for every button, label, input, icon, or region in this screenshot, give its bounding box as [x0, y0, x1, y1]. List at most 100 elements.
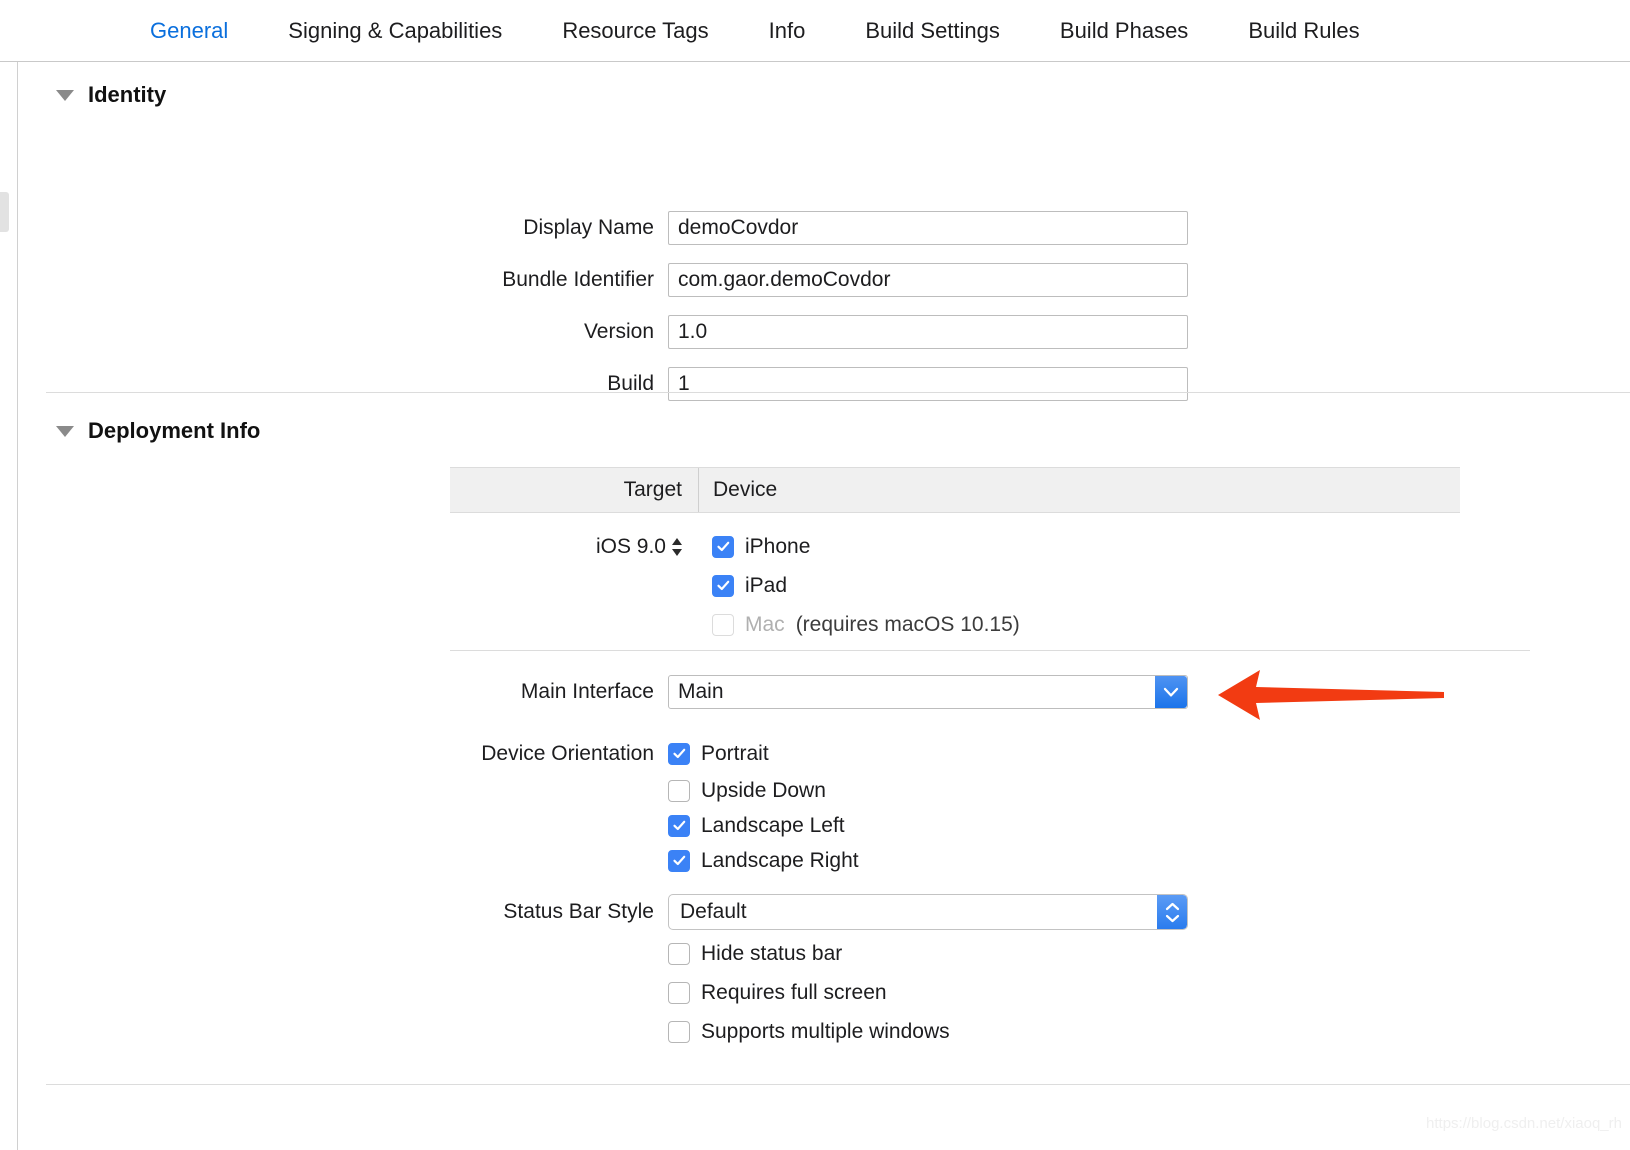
- table-header-row: Target Device: [450, 467, 1460, 513]
- chevron-down-glyph: [1165, 914, 1180, 923]
- checkmark-icon: [716, 539, 731, 554]
- checkmark-icon: [716, 578, 731, 593]
- deployment-target-table: Target Device iOS 9.0: [450, 467, 1460, 644]
- checkbox-row-supports-multiple-windows[interactable]: Supports multiple windows: [668, 1012, 950, 1051]
- column-header-target: Target: [450, 478, 698, 502]
- device-checkbox-ipad[interactable]: iPad: [698, 566, 787, 605]
- table-row: iPad: [450, 566, 1460, 605]
- label-portrait: Portrait: [701, 742, 769, 766]
- checkbox-mac: [712, 614, 734, 636]
- checkbox-landscape-left[interactable]: [668, 815, 690, 837]
- tab-build-phases[interactable]: Build Phases: [1060, 18, 1188, 44]
- general-settings-pane: Identity Display Name demoCovdor Bundle …: [18, 62, 1630, 1150]
- device-label-iphone: iPhone: [745, 535, 810, 559]
- field-row-version: Version 1.0: [18, 306, 1630, 358]
- checkbox-requires-full-screen[interactable]: [668, 982, 690, 1004]
- orientation-row-portrait: Device Orientation Portrait: [18, 734, 859, 773]
- deployment-target-value: iOS 9.0: [596, 535, 666, 559]
- input-build[interactable]: 1: [668, 367, 1188, 401]
- divider-bottom: [46, 1084, 1630, 1085]
- divider-devices-interface: [450, 650, 1530, 651]
- device-note-mac: (requires macOS 10.15): [796, 613, 1020, 637]
- section-deployment-header[interactable]: Deployment Info: [56, 418, 260, 444]
- checkbox-portrait[interactable]: [668, 743, 690, 765]
- tab-signing-capabilities[interactable]: Signing & Capabilities: [288, 18, 502, 44]
- device-checkbox-mac: Mac (requires macOS 10.15): [698, 605, 1020, 644]
- input-bundle-identifier[interactable]: com.gaor.demoCovdor: [668, 263, 1188, 297]
- device-orientation-group: Device Orientation Portrait Upside Down: [18, 734, 859, 878]
- identity-fields: Display Name demoCovdor Bundle Identifie…: [18, 202, 1630, 410]
- tab-general[interactable]: General: [150, 18, 228, 44]
- field-row-display-name: Display Name demoCovdor: [18, 202, 1630, 254]
- checkmark-icon: [672, 853, 687, 868]
- orientation-row-landscape-left: Landscape Left: [18, 808, 859, 843]
- field-row-bundle-identifier: Bundle Identifier com.gaor.demoCovdor: [18, 254, 1630, 306]
- label-device-orientation: Device Orientation: [18, 742, 668, 766]
- field-row-main-interface: Main Interface Main: [18, 672, 1188, 712]
- table-body: iOS 9.0 iPhone: [450, 513, 1460, 644]
- chevron-down-glyph: [1163, 687, 1179, 698]
- watermark-text: https://blog.csdn.net/xiaoq_rh: [1426, 1115, 1622, 1132]
- section-identity-header[interactable]: Identity: [56, 82, 166, 108]
- disclosure-triangle-icon[interactable]: [56, 90, 74, 101]
- status-bar-style-value: Default: [669, 900, 1157, 924]
- label-supports-multiple-windows: Supports multiple windows: [701, 1020, 950, 1044]
- label-landscape-right: Landscape Right: [701, 849, 859, 873]
- navigator-handle[interactable]: [0, 192, 9, 232]
- orientation-row-upside-down: Upside Down: [18, 773, 859, 808]
- main-interface-dropdown[interactable]: Main: [668, 675, 1188, 709]
- tab-info[interactable]: Info: [769, 18, 806, 44]
- checkbox-iphone[interactable]: [712, 536, 734, 558]
- checkbox-landscape-right[interactable]: [668, 850, 690, 872]
- navigator-edge: [0, 62, 18, 1150]
- checkbox-row-landscape-left[interactable]: Landscape Left: [668, 806, 845, 845]
- label-requires-full-screen: Requires full screen: [701, 981, 887, 1005]
- checkbox-row-requires-full-screen[interactable]: Requires full screen: [668, 973, 887, 1012]
- status-bar-style-popup[interactable]: Default: [668, 894, 1188, 930]
- table-row: iOS 9.0 iPhone: [450, 527, 1460, 566]
- label-upside-down: Upside Down: [701, 779, 826, 803]
- input-version[interactable]: 1.0: [668, 315, 1188, 349]
- chevron-down-icon[interactable]: [1155, 676, 1187, 708]
- section-identity-title: Identity: [88, 82, 166, 108]
- status-bar-options-group: Hide status bar Requires full screen: [18, 934, 950, 1051]
- checkbox-upside-down[interactable]: [668, 780, 690, 802]
- checkbox-ipad[interactable]: [712, 575, 734, 597]
- field-row-status-bar-style: Status Bar Style Default: [18, 892, 1188, 932]
- divider-identity-deployment: [46, 392, 1630, 393]
- label-bundle-identifier: Bundle Identifier: [18, 268, 668, 292]
- label-version: Version: [18, 320, 668, 344]
- table-row: Mac (requires macOS 10.15): [450, 605, 1460, 644]
- tab-resource-tags[interactable]: Resource Tags: [562, 18, 708, 44]
- device-label-mac: Mac: [745, 613, 785, 637]
- label-display-name: Display Name: [18, 216, 668, 240]
- checkbox-supports-multiple-windows[interactable]: [668, 1021, 690, 1043]
- field-row-build: Build 1: [18, 358, 1630, 410]
- option-row-requires-full-screen: Requires full screen: [18, 973, 950, 1012]
- label-main-interface: Main Interface: [18, 680, 668, 704]
- checkmark-icon: [672, 746, 687, 761]
- label-hide-status-bar: Hide status bar: [701, 942, 842, 966]
- stepper-updown-icon[interactable]: [1157, 895, 1187, 929]
- checkbox-row-landscape-right[interactable]: Landscape Right: [668, 841, 859, 880]
- chevron-up-glyph: [1165, 902, 1180, 911]
- input-display-name[interactable]: demoCovdor: [668, 211, 1188, 245]
- checkbox-row-hide-status-bar[interactable]: Hide status bar: [668, 934, 842, 973]
- column-header-device: Device: [698, 468, 1460, 512]
- checkbox-row-upside-down[interactable]: Upside Down: [668, 771, 826, 810]
- tab-build-settings[interactable]: Build Settings: [865, 18, 1000, 44]
- disclosure-triangle-icon[interactable]: [56, 426, 74, 437]
- checkmark-icon: [672, 818, 687, 833]
- device-checkbox-iphone[interactable]: iPhone: [698, 527, 810, 566]
- checkbox-row-portrait[interactable]: Portrait: [668, 734, 769, 773]
- deployment-target-stepper[interactable]: iOS 9.0: [450, 535, 698, 559]
- device-label-ipad: iPad: [745, 574, 787, 598]
- label-status-bar-style: Status Bar Style: [18, 900, 668, 924]
- checkbox-hide-status-bar[interactable]: [668, 943, 690, 965]
- tab-build-rules[interactable]: Build Rules: [1248, 18, 1359, 44]
- orientation-row-landscape-right: Landscape Right: [18, 843, 859, 878]
- stepper-chevrons: [670, 536, 684, 558]
- section-deployment-title: Deployment Info: [88, 418, 260, 444]
- main-interface-value: Main: [669, 680, 1155, 704]
- stepper-updown-icon[interactable]: [670, 536, 684, 558]
